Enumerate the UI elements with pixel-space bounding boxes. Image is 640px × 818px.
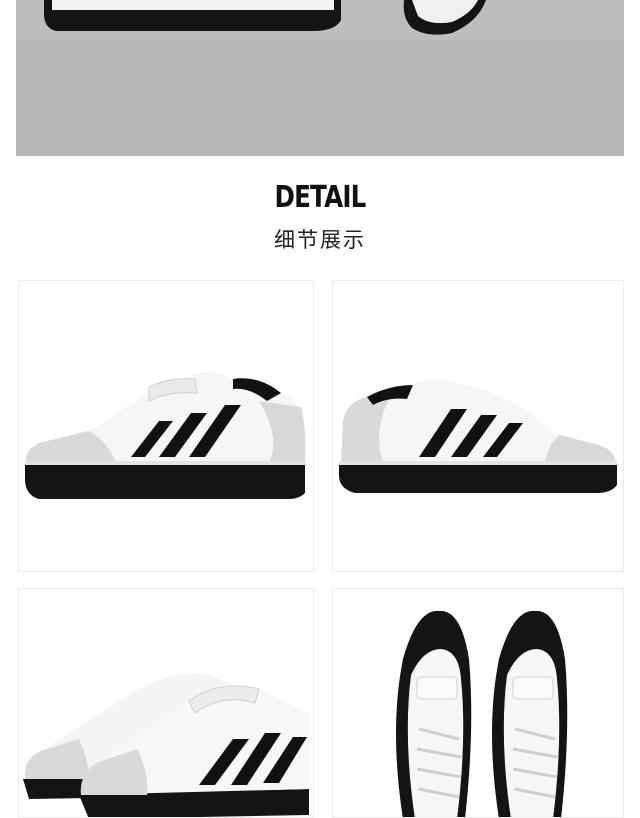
section-title: DETAIL: [274, 180, 366, 215]
detail-photo-pair-angled: [18, 588, 314, 818]
detail-photo-side-left: [18, 280, 314, 572]
detail-photo-pair-top: [332, 588, 624, 818]
detail-photo-side-right: [332, 280, 624, 572]
sneaker-pair-top-illustration: [396, 610, 568, 817]
hero-photo: [16, 0, 624, 156]
sneaker-side-left-illustration: [25, 371, 306, 499]
sneaker-side-right-illustration: [339, 379, 617, 493]
hero-shoes-illustration: [16, 0, 624, 156]
section-subtitle: 细节展示: [274, 228, 366, 252]
sneaker-pair-angled-illustration: [23, 673, 309, 817]
